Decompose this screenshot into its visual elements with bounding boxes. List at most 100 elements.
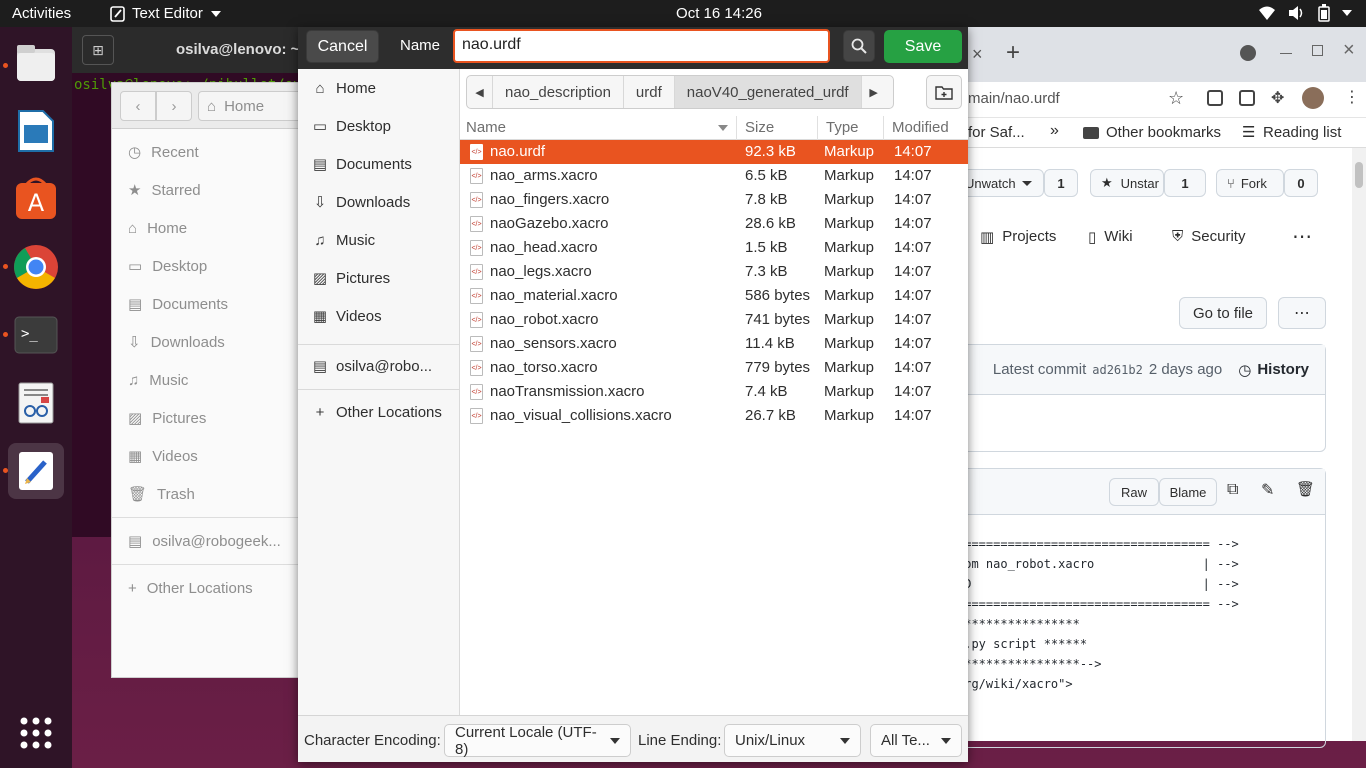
place-network[interactable]: ▤ osilva@robo... (298, 347, 459, 385)
sidebar-item-recent[interactable]: ◷ Recent (112, 133, 310, 171)
path-scroll-left-icon[interactable]: ◀ (467, 76, 492, 108)
files-app-icon[interactable] (8, 35, 64, 91)
file-row[interactable]: </> nao_head.xacro 1.5 kB Markup 14:07 (460, 236, 968, 260)
place-home[interactable]: ⌂ Home (298, 69, 459, 107)
place-pictures[interactable]: ▨ Pictures (298, 259, 459, 297)
minimize-icon[interactable] (1280, 53, 1292, 54)
file-row[interactable]: </> nao_legs.xacro 7.3 kB Markup 14:07 (460, 260, 968, 284)
document-viewer-icon[interactable] (8, 375, 64, 431)
tab-wiki[interactable]: ▯ Wiki (1088, 228, 1133, 246)
blame-button[interactable]: Blame (1159, 478, 1217, 506)
file-row[interactable]: </> nao_torso.xacro 779 bytes Markup 14:07 (460, 356, 968, 380)
star-count[interactable]: 1 (1164, 169, 1206, 197)
file-row[interactable]: </> nao.urdf 92.3 kB Markup 14:07 (460, 140, 968, 164)
puzzle-icon[interactable]: ✥ (1271, 88, 1284, 108)
commit-hash[interactable]: ad261b2 (1092, 363, 1143, 377)
scrollbar-thumb[interactable] (1355, 162, 1363, 188)
more-options-button[interactable]: ⋯ (1278, 297, 1326, 329)
sidebar-item-home[interactable]: ⌂ Home (112, 209, 310, 247)
avatar[interactable] (1302, 87, 1324, 109)
sidebar-item-videos[interactable]: ▦ Videos (112, 437, 310, 475)
place-other-locations[interactable]: + Other Locations (298, 393, 459, 431)
sort-chevron-icon[interactable] (718, 125, 728, 131)
column-name[interactable]: Name (466, 119, 506, 136)
clock[interactable]: Oct 16 14:26 (0, 5, 1366, 22)
tab-security[interactable]: ⛨ Security (1172, 228, 1245, 245)
sidebar-item-downloads[interactable]: ⇩ Downloads (112, 323, 310, 361)
column-type[interactable]: Type (826, 119, 859, 136)
text-editor-app-icon[interactable] (8, 443, 64, 499)
more-bookmarks-icon[interactable]: » (1050, 122, 1059, 140)
path-home-button[interactable]: ⌂ Home (198, 91, 308, 121)
new-tab-icon[interactable]: + (1006, 39, 1020, 67)
file-row[interactable]: </> nao_arms.xacro 6.5 kB Markup 14:07 (460, 164, 968, 188)
back-button[interactable]: ‹ (120, 91, 156, 121)
files-window[interactable]: ‹ › ⌂ Home ◷ Recent ★ Starred ⌂ Home ▭ Deskt… (111, 82, 311, 678)
path-segment[interactable]: nao_description (492, 76, 623, 108)
path-segment-current[interactable]: naoV40_generated_urdf (673, 76, 861, 108)
sidebar-item-desktop[interactable]: ▭ Desktop (112, 247, 310, 285)
column-modified[interactable]: Modified (892, 119, 949, 136)
sidebar-item-pictures[interactable]: ▨ Pictures (112, 399, 310, 437)
page-scrollbar[interactable] (1352, 148, 1366, 741)
bookmark-reading-list[interactable]: Reading list (1263, 124, 1341, 141)
edit-pencil-icon[interactable]: ✎ (1261, 480, 1274, 500)
place-documents[interactable]: ▤ Documents (298, 145, 459, 183)
place-videos[interactable]: ▦ Videos (298, 297, 459, 335)
bookmark-star-icon[interactable]: ☆ (1168, 88, 1184, 109)
fork-count[interactable]: 0 (1284, 169, 1318, 197)
save-button[interactable]: Save (884, 30, 962, 63)
cancel-button[interactable]: Cancel (306, 30, 379, 63)
url-text[interactable]: main/nao.urdf (968, 90, 1060, 107)
save-dialog[interactable]: Cancel Name nao.urdf Save ⌂ Home ▭ Desktop… (298, 27, 968, 762)
fork-button[interactable]: ⑂ Fork (1216, 169, 1284, 197)
libreoffice-impress-icon[interactable] (8, 103, 64, 159)
bookmark-saf[interactable]: for Saf... (968, 124, 1025, 141)
show-applications-icon[interactable] (8, 705, 64, 761)
place-desktop[interactable]: ▭ Desktop (298, 107, 459, 145)
close-window-icon[interactable]: × (1343, 39, 1355, 62)
maximize-icon[interactable] (1312, 45, 1323, 56)
new-folder-button[interactable] (926, 75, 962, 109)
new-tab-icon[interactable]: ⊞ (82, 35, 114, 65)
file-row[interactable]: </> nao_visual_collisions.xacro 26.7 kB Mar… (460, 404, 968, 428)
sidebar-item-starred[interactable]: ★ Starred (112, 171, 310, 209)
delete-trash-icon[interactable]: 🗑 (1296, 480, 1315, 498)
menu-kebab-icon[interactable]: ⋮ (1344, 87, 1360, 107)
raw-button[interactable]: Raw (1109, 478, 1159, 506)
sidebar-item-network[interactable]: ▤ osilva@robogeek... (112, 522, 310, 560)
place-downloads[interactable]: ⇩ Downloads (298, 183, 459, 221)
encoding-select[interactable]: Current Locale (UTF-8) (444, 724, 631, 758)
tab-search-icon[interactable] (1240, 45, 1256, 61)
terminal-app-icon[interactable]: >_ (8, 307, 64, 363)
unstar-button[interactable]: ★ Unstar (1090, 169, 1164, 197)
go-to-file-button[interactable]: Go to file (1179, 297, 1267, 329)
file-filter-select[interactable]: All Te... (870, 724, 962, 757)
forward-button[interactable]: › (156, 91, 192, 121)
line-ending-select[interactable]: Unix/Linux (724, 724, 861, 757)
search-button[interactable] (843, 30, 875, 62)
place-music[interactable]: ♫ Music (298, 221, 459, 259)
extension-icon[interactable] (1207, 90, 1223, 106)
path-scroll-right-icon[interactable]: ▶ (860, 76, 886, 108)
sidebar-item-documents[interactable]: ▤ Documents (112, 285, 310, 323)
ubuntu-software-icon[interactable]: A (8, 171, 64, 227)
bookmark-other[interactable]: Other bookmarks (1106, 124, 1221, 141)
sidebar-item-music[interactable]: ♫ Music (112, 361, 310, 399)
more-tabs-icon[interactable]: ⋯ (1292, 224, 1312, 249)
tab-projects[interactable]: ▥ Projects (980, 228, 1056, 246)
file-row[interactable]: </> nao_sensors.xacro 11.4 kB Markup 14:07 (460, 332, 968, 356)
extension-icon[interactable] (1239, 90, 1255, 106)
chrome-url-bar[interactable]: main/nao.urdf ☆ ✥ ⋮ (960, 82, 1366, 118)
sidebar-item-trash[interactable]: 🗑 Trash (112, 475, 310, 513)
file-row[interactable]: </> naoTransmission.xacro 7.4 kB Markup 14:0… (460, 380, 968, 404)
path-segment[interactable]: urdf (622, 76, 674, 108)
file-row[interactable]: </> nao_fingers.xacro 7.8 kB Markup 14:07 (460, 188, 968, 212)
copy-icon[interactable]: ⧉ (1227, 481, 1238, 499)
chrome-app-icon[interactable] (8, 239, 64, 295)
file-row[interactable]: </> nao_robot.xacro 741 bytes Markup 14:07 (460, 308, 968, 332)
watch-count[interactable]: 1 (1044, 169, 1078, 197)
history-link[interactable]: History (1257, 361, 1309, 378)
file-row[interactable]: </> nao_material.xacro 586 bytes Markup 14:0… (460, 284, 968, 308)
tab-close-icon[interactable]: × (972, 44, 983, 65)
